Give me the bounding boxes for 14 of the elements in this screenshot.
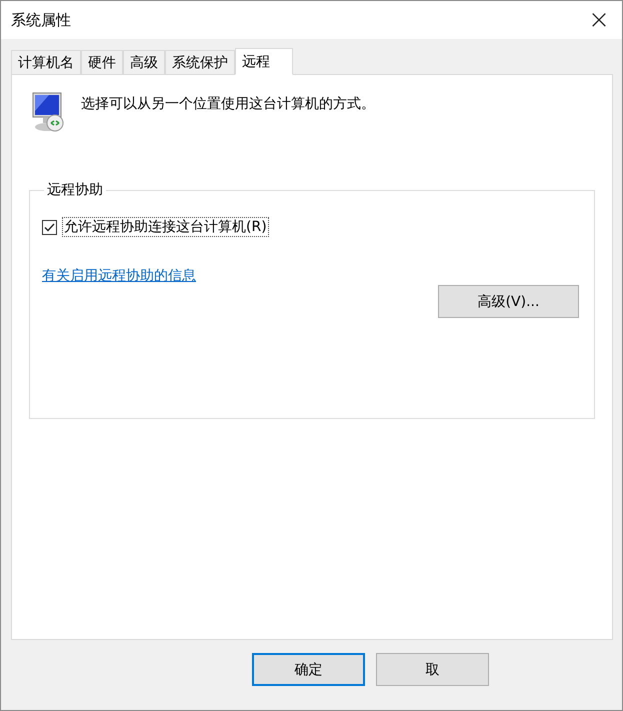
- description-text: 选择可以从另一个位置使用这台计算机的方式。: [81, 95, 375, 113]
- checkbox-label[interactable]: 允许远程协助连接这台计算机(R): [62, 217, 269, 237]
- group-title: 远程协助: [46, 181, 104, 199]
- ok-button[interactable]: 确定: [252, 653, 365, 686]
- advanced-button[interactable]: 高级(V)...: [438, 285, 579, 318]
- tab[interactable]: 系统保护: [165, 50, 235, 74]
- tab[interactable]: 计算机名: [11, 50, 81, 74]
- tab[interactable]: 高级: [123, 50, 165, 74]
- checkbox[interactable]: [42, 220, 57, 234]
- tab[interactable]: 硬件: [81, 50, 123, 74]
- window-title: 系统属性: [11, 10, 71, 30]
- dialog-button[interactable]: 取: [376, 653, 489, 686]
- tab[interactable]: 远程: [235, 48, 293, 75]
- info-link[interactable]: 有关启用远程协助的信息: [42, 267, 196, 285]
